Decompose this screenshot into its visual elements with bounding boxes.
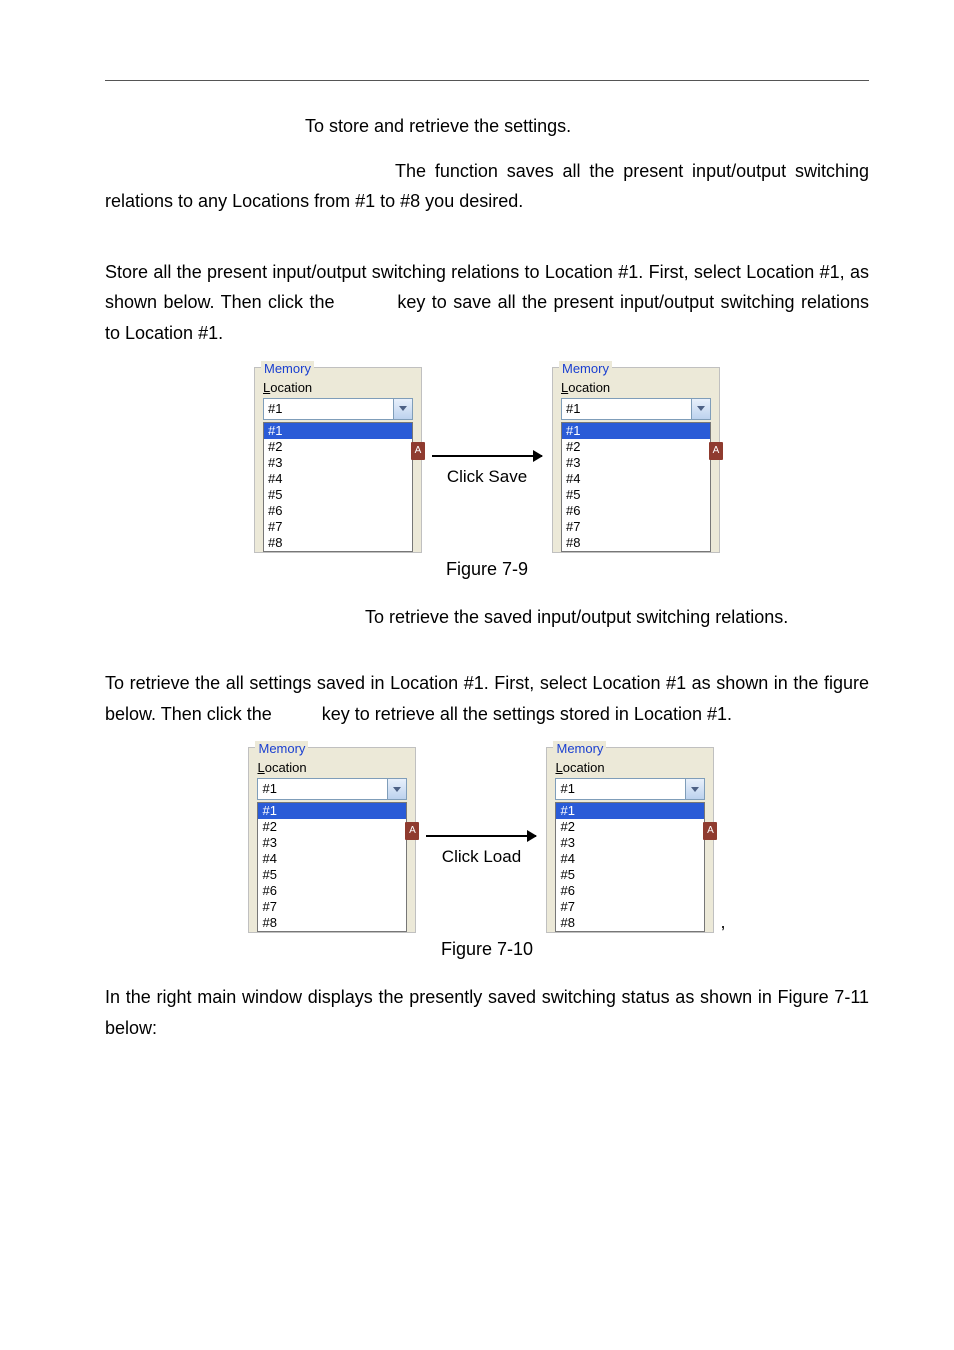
list-item[interactable]: #2: [258, 819, 406, 835]
list-item[interactable]: #6: [562, 503, 710, 519]
list-item[interactable]: #7: [258, 899, 406, 915]
arrow-right-icon: [426, 835, 536, 837]
location-combo[interactable]: #1: [263, 398, 413, 420]
arrow-area: Click Save: [422, 367, 552, 487]
memory-panel-right-1: Memory Location #1 #1 #2 #3 #4 #5 #6 #7 …: [552, 367, 720, 553]
chevron-down-icon: [393, 787, 401, 792]
combo-dropdown-button[interactable]: [685, 779, 704, 799]
list-item[interactable]: #6: [264, 503, 412, 519]
location-combo[interactable]: #1: [257, 778, 407, 800]
list-item[interactable]: #7: [264, 519, 412, 535]
fieldset-label: Memory: [261, 361, 314, 376]
paragraph-retrieve-summary: To retrieve the saved input/output switc…: [105, 602, 869, 633]
figure-7-9-caption: Figure 7-9: [105, 559, 869, 580]
arrow-area: Click Load: [416, 747, 546, 867]
figure-7-10: Memory Location #1 #1 #2 #3 #4 #5 #6 #7 …: [105, 747, 869, 933]
list-item[interactable]: #8: [556, 915, 704, 931]
list-item[interactable]: #3: [258, 835, 406, 851]
paragraph-save-desc-text: The function saves all the present input…: [105, 161, 869, 212]
list-item[interactable]: #5: [556, 867, 704, 883]
memory-panel-right-2: Memory Location #1 #1 #2 #3 #4 #5 #6 #7 …: [546, 747, 714, 933]
list-item[interactable]: #1: [556, 803, 704, 819]
location-label: Location: [561, 380, 711, 395]
location-combo-value: #1: [562, 399, 691, 419]
list-item[interactable]: #1: [264, 423, 412, 439]
list-item[interactable]: #4: [556, 851, 704, 867]
location-listbox[interactable]: #1 #2 #3 #4 #5 #6 #7 #8: [257, 802, 407, 932]
location-combo[interactable]: #1: [555, 778, 705, 800]
paragraph-retrieve-example-b: key to retrieve all the settings stored …: [322, 704, 732, 724]
memory-panel-left-2: Memory Location #1 #1 #2 #3 #4 #5 #6 #7 …: [248, 747, 416, 933]
paragraph-right-window: In the right main window displays the pr…: [105, 982, 869, 1043]
combo-dropdown-button[interactable]: [691, 399, 710, 419]
list-item[interactable]: #1: [258, 803, 406, 819]
list-item[interactable]: #4: [258, 851, 406, 867]
paragraph-store-example: Store all the present input/output switc…: [105, 257, 869, 349]
list-item[interactable]: #5: [562, 487, 710, 503]
annotation-marker: A: [411, 442, 425, 460]
location-label: Location: [257, 760, 407, 775]
list-item[interactable]: #2: [556, 819, 704, 835]
location-listbox[interactable]: #1 #2 #3 #4 #5 #6 #7 #8: [561, 422, 711, 552]
list-item[interactable]: #8: [264, 535, 412, 551]
list-item[interactable]: #8: [562, 535, 710, 551]
location-label: Location: [555, 760, 705, 775]
paragraph-retrieve-example: To retrieve the all settings saved in Lo…: [105, 668, 869, 729]
list-item[interactable]: #5: [258, 867, 406, 883]
list-item[interactable]: #1: [562, 423, 710, 439]
list-item[interactable]: #6: [556, 883, 704, 899]
list-item[interactable]: #4: [562, 471, 710, 487]
chevron-down-icon: [399, 406, 407, 411]
location-label: Location: [263, 380, 413, 395]
top-rule: [105, 80, 869, 81]
arrow-right-icon: [432, 455, 542, 457]
arrow-label: Click Load: [442, 847, 521, 867]
trailing-comma: ,: [720, 912, 725, 933]
document-page: To store and retrieve the settings. The …: [0, 0, 954, 1350]
location-listbox[interactable]: #1 #2 #3 #4 #5 #6 #7 #8: [263, 422, 413, 552]
annotation-marker: A: [703, 822, 717, 840]
location-combo[interactable]: #1: [561, 398, 711, 420]
fieldset-label: Memory: [553, 741, 606, 756]
figure-7-9: Memory Location #1 #1 #2 #3 #4 #5 #6 #7 …: [105, 367, 869, 553]
combo-dropdown-button[interactable]: [393, 399, 412, 419]
location-combo-value: #1: [258, 779, 387, 799]
list-item[interactable]: #8: [258, 915, 406, 931]
fieldset-label: Memory: [559, 361, 612, 376]
paragraph-save-desc: The function saves all the present input…: [105, 156, 869, 217]
list-item[interactable]: #2: [562, 439, 710, 455]
list-item[interactable]: #3: [562, 455, 710, 471]
list-item[interactable]: #7: [556, 899, 704, 915]
memory-panel-left-1: Memory Location #1 #1 #2 #3 #4 #5 #6 #7 …: [254, 367, 422, 553]
arrow-label: Click Save: [447, 467, 527, 487]
location-listbox[interactable]: #1 #2 #3 #4 #5 #6 #7 #8: [555, 802, 705, 932]
location-combo-value: #1: [264, 399, 393, 419]
annotation-marker: A: [405, 822, 419, 840]
combo-dropdown-button[interactable]: [387, 779, 406, 799]
paragraph-function-summary: To store and retrieve the settings.: [105, 111, 869, 142]
list-item[interactable]: #4: [264, 471, 412, 487]
list-item[interactable]: #7: [562, 519, 710, 535]
list-item[interactable]: #3: [556, 835, 704, 851]
figure-7-10-caption: Figure 7-10: [105, 939, 869, 960]
location-combo-value: #1: [556, 779, 685, 799]
list-item[interactable]: #5: [264, 487, 412, 503]
annotation-marker: A: [709, 442, 723, 460]
chevron-down-icon: [697, 406, 705, 411]
list-item[interactable]: #2: [264, 439, 412, 455]
list-item[interactable]: #3: [264, 455, 412, 471]
list-item[interactable]: #6: [258, 883, 406, 899]
fieldset-label: Memory: [255, 741, 308, 756]
chevron-down-icon: [691, 787, 699, 792]
